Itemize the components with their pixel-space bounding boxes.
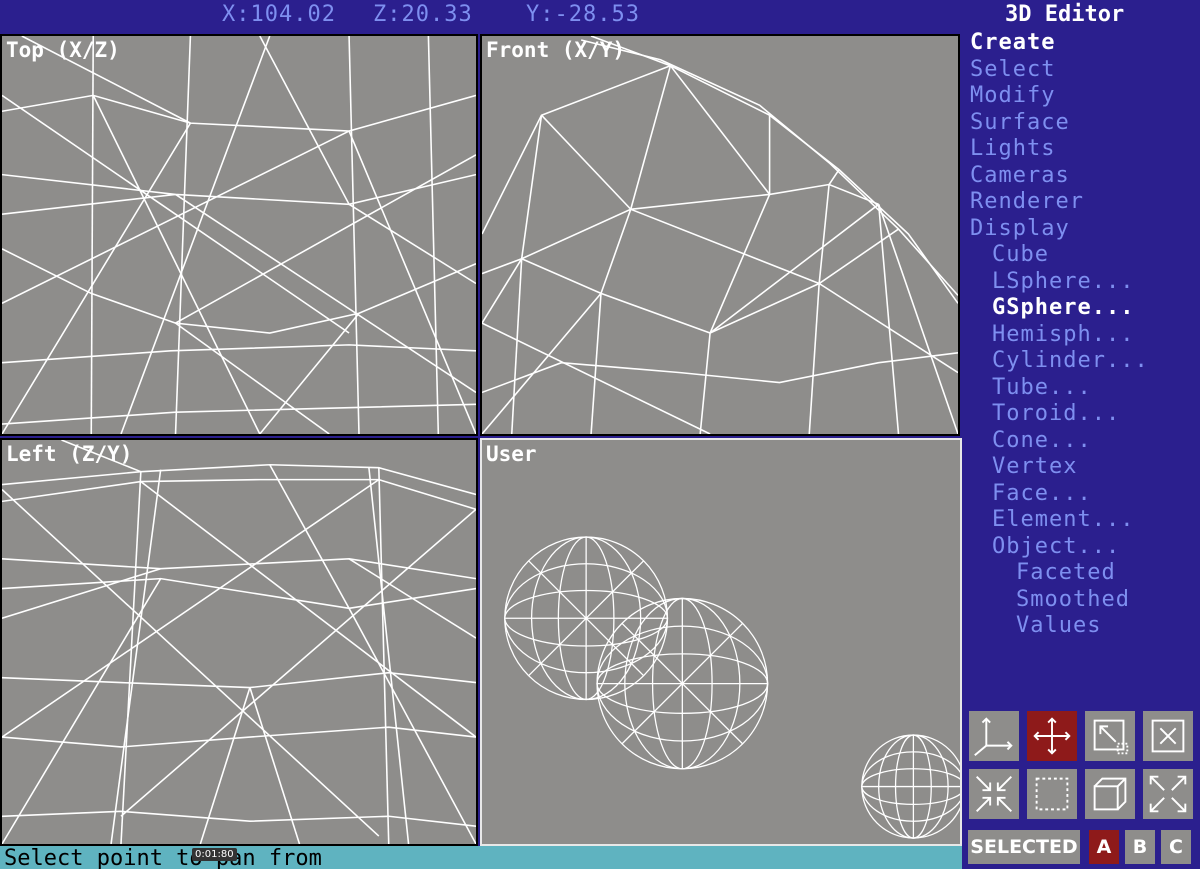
menu-item-object[interactable]: Object... <box>968 534 1200 561</box>
menu-item-smoothed[interactable]: Smoothed <box>968 587 1200 614</box>
menu-item-face[interactable]: Face... <box>968 481 1200 508</box>
menu-item-surface[interactable]: Surface <box>968 110 1200 137</box>
menu-item-element[interactable]: Element... <box>968 507 1200 534</box>
selection-set-c-button[interactable]: C <box>1161 830 1191 864</box>
sphere-3 <box>861 734 960 839</box>
menu-item-cylinder[interactable]: Cylinder... <box>968 348 1200 375</box>
menu-item-hemisph[interactable]: Hemisph... <box>968 322 1200 349</box>
axis-tool-button[interactable] <box>968 710 1020 762</box>
pan-move-icon <box>1033 717 1071 755</box>
status-prompt: Select point to pan from <box>4 846 322 869</box>
app-title: 3D Editor <box>1005 2 1125 27</box>
menu-item-select[interactable]: Select <box>968 57 1200 84</box>
cube-view-button[interactable] <box>1084 768 1136 820</box>
menu-item-renderer[interactable]: Renderer <box>968 189 1200 216</box>
coord-y: Y:-28.53 <box>526 2 640 27</box>
viewport-left-label: Left (Z/Y) <box>6 442 133 466</box>
wireframe-left <box>2 440 476 844</box>
cube-view-icon <box>1093 777 1127 811</box>
menu-item-cone[interactable]: Cone... <box>968 428 1200 455</box>
zoom-in-button[interactable] <box>968 768 1020 820</box>
viewport-front-label: Front (X/Y) <box>486 38 626 62</box>
menu-item-tube[interactable]: Tube... <box>968 375 1200 402</box>
command-menu: Create Select Modify Surface Lights Cameras Re… <box>968 30 1200 640</box>
viewport-left[interactable]: Left (Z/Y) <box>0 438 478 846</box>
menu-item-lsphere[interactable]: LSphere... <box>968 269 1200 296</box>
axis-icon <box>974 717 1013 756</box>
status-bar: Select point to pan from 0:01:80 <box>0 846 962 869</box>
viewport-top[interactable]: Top (X/Z) <box>0 34 478 436</box>
coordinate-readout-bar: X:104.02 Z:20.33 Y:-28.53 <box>0 0 965 30</box>
wireframe-user-spheres <box>504 536 960 839</box>
coord-x: X:104.02 <box>222 2 336 27</box>
menu-item-modify[interactable]: Modify <box>968 83 1200 110</box>
zoom-region-icon <box>1093 719 1129 755</box>
menu-item-cameras[interactable]: Cameras <box>968 163 1200 190</box>
fullscreen-button[interactable] <box>1142 768 1194 820</box>
menu-item-lights[interactable]: Lights <box>968 136 1200 163</box>
zoom-extents-icon <box>1151 719 1185 753</box>
fullscreen-icon <box>1149 775 1187 813</box>
sphere-1 <box>504 536 669 701</box>
selection-set-a-button[interactable]: A <box>1089 830 1119 864</box>
menu-item-display[interactable]: Display <box>968 216 1200 243</box>
viewport-user-label: User <box>486 442 537 466</box>
menu-item-vertex[interactable]: Vertex <box>968 454 1200 481</box>
zoom-region-button[interactable] <box>1084 710 1136 762</box>
selected-button[interactable]: SELECTED <box>968 830 1080 864</box>
menu-item-values[interactable]: Values <box>968 613 1200 640</box>
timer-badge: 0:01:80 <box>192 848 237 861</box>
wireframe-top <box>2 36 476 434</box>
viewport-top-label: Top (X/Z) <box>6 38 120 62</box>
coord-z: Z:20.33 <box>373 2 473 27</box>
menu-item-faceted[interactable]: Faceted <box>968 560 1200 587</box>
menu-item-gsphere[interactable]: GSphere... <box>968 295 1200 322</box>
viewport-front[interactable]: Front (X/Y) <box>480 34 960 436</box>
menu-item-create[interactable]: Create <box>968 30 1200 57</box>
pan-tool-button[interactable] <box>1026 710 1078 762</box>
zoom-in-icon <box>976 776 1012 812</box>
selection-set-b-button[interactable]: B <box>1125 830 1155 864</box>
menu-item-cube[interactable]: Cube <box>968 242 1200 269</box>
menu-item-toroid[interactable]: Toroid... <box>968 401 1200 428</box>
sphere-2 <box>596 597 769 770</box>
region-select-button[interactable] <box>1026 768 1078 820</box>
viewport-user[interactable]: User <box>480 438 962 846</box>
region-select-icon <box>1035 777 1069 811</box>
wireframe-front <box>482 36 958 434</box>
zoom-extents-button[interactable] <box>1142 710 1194 762</box>
